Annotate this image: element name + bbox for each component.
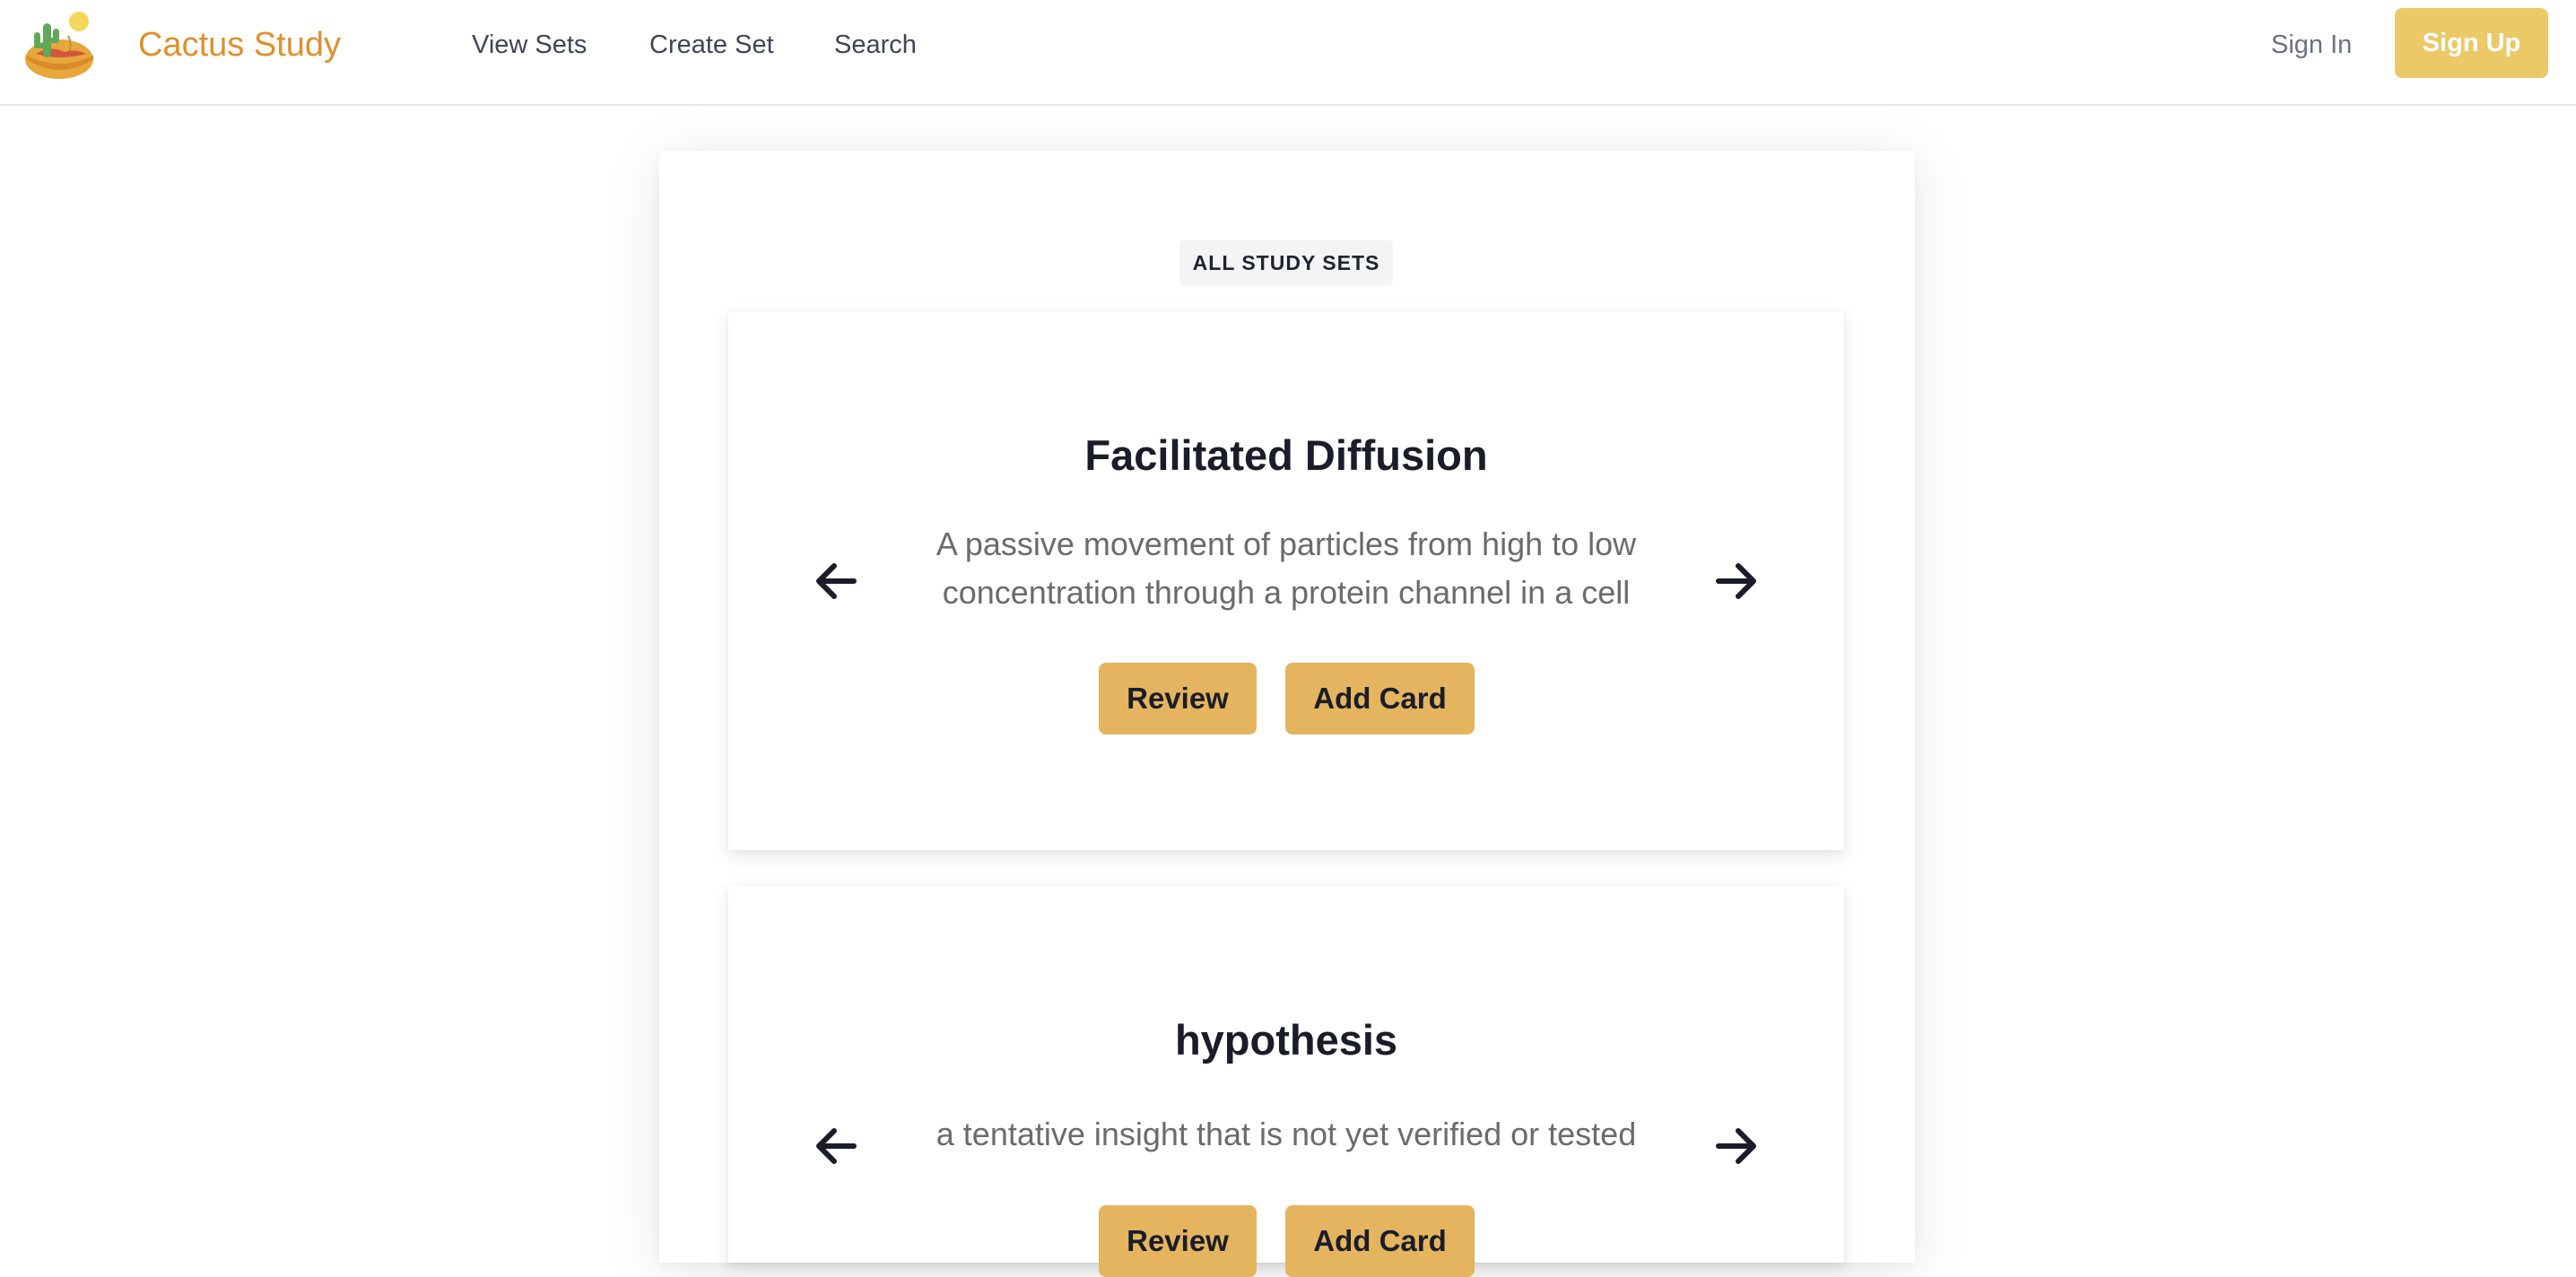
add-card-button[interactable]: Add Card	[1285, 1205, 1475, 1277]
top-navbar: Cactus Study View Sets Create Set Search…	[0, 0, 2576, 106]
nav-view-sets[interactable]: View Sets	[472, 27, 587, 63]
sign-up-button[interactable]: Sign Up	[2395, 8, 2548, 78]
arrow-right-icon[interactable]	[1711, 1121, 1762, 1171]
study-set-card: Facilitated Diffusion A passive movement…	[728, 312, 1844, 850]
sign-in-link[interactable]: Sign In	[2271, 27, 2352, 63]
arrow-left-icon[interactable]	[811, 1121, 861, 1171]
section-label: ALL STUDY SETS	[1179, 240, 1393, 285]
arrow-right-icon[interactable]	[1711, 556, 1762, 606]
card-term: hypothesis	[1174, 1016, 1398, 1064]
card-definition: A passive movement of particles from hig…	[936, 526, 1637, 611]
cactus-logo-icon[interactable]	[23, 9, 97, 81]
add-card-button[interactable]: Add Card	[1285, 663, 1475, 734]
review-button[interactable]: Review	[1099, 663, 1257, 734]
card-definition: a tentative insight that is not yet veri…	[936, 1116, 1637, 1152]
nav-search[interactable]: Search	[834, 27, 917, 63]
card-term: Facilitated Diffusion	[1084, 431, 1488, 479]
brand-name[interactable]: Cactus Study	[138, 22, 341, 68]
study-set-card: hypothesis a tentative insight that is n…	[728, 886, 1844, 1277]
nav-create-set[interactable]: Create Set	[649, 27, 774, 63]
arrow-left-icon[interactable]	[811, 556, 861, 606]
review-button[interactable]: Review	[1099, 1205, 1257, 1277]
